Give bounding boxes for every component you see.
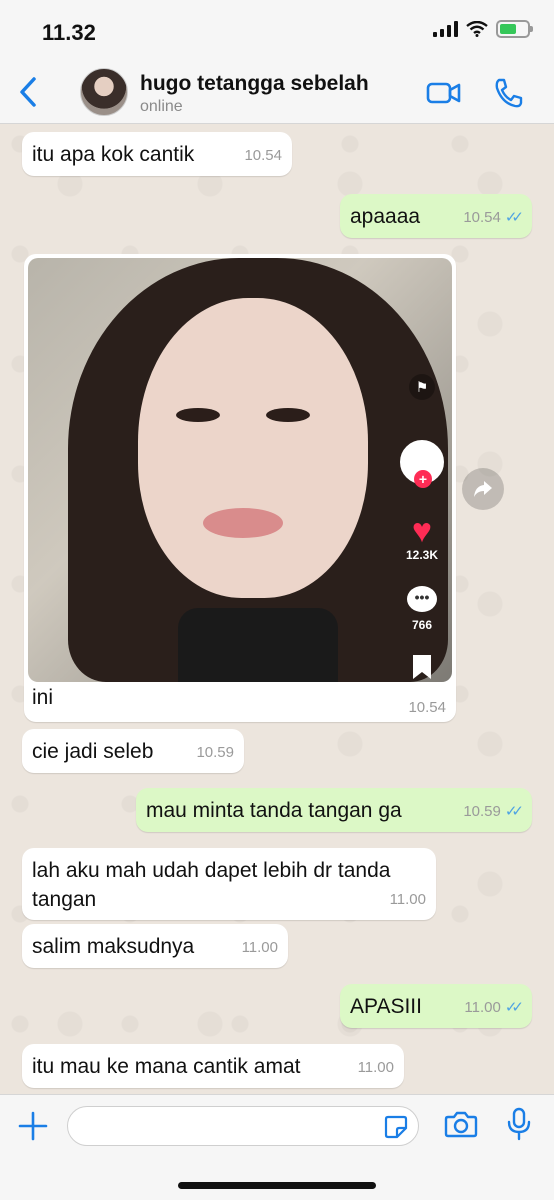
status-icons (433, 20, 533, 38)
sticker-icon[interactable] (384, 1115, 408, 1139)
comment-count: 766 (411, 618, 433, 632)
video-call-icon[interactable] (426, 76, 462, 110)
wifi-icon (466, 21, 488, 37)
shared-video-thumbnail[interactable]: ⚑ + ♥ 12.3K ••• 766 (28, 258, 452, 682)
home-indicator[interactable] (178, 1182, 376, 1189)
message-time: 10.54 ✓✓ (463, 203, 524, 232)
message-time: 10.59 ✓✓ (463, 797, 524, 826)
contact-name[interactable]: hugo tetangga sebelah (140, 72, 369, 96)
contact-status: online (140, 98, 183, 115)
message-time: 10.54 (408, 699, 446, 716)
camera-icon[interactable] (444, 1109, 478, 1139)
like-count: 12.3K (405, 548, 439, 562)
signal-icon (433, 21, 458, 37)
report-flag-icon: ⚑ (400, 374, 444, 400)
status-bar: 11.32 (0, 0, 554, 62)
message-incoming[interactable]: lah aku mah udah dapet lebih dr tanda ta… (22, 848, 436, 920)
message-text: lah aku mah udah dapet lebih dr tanda ta… (32, 859, 391, 911)
message-text: cie jadi seleb (32, 740, 154, 763)
back-chevron-icon[interactable] (14, 74, 44, 110)
like-heart-icon: ♥ 12.3K (400, 514, 444, 562)
phone-icon[interactable] (492, 76, 524, 110)
message-incoming[interactable]: cie jadi seleb 10.59 (22, 729, 244, 773)
message-text: itu apa kok cantik (32, 143, 195, 166)
message-outgoing[interactable]: mau minta tanda tangan ga 10.59 ✓✓ (136, 788, 532, 832)
message-text: apaaaa (350, 205, 421, 228)
read-ticks-icon: ✓✓ (504, 999, 524, 1016)
plus-icon[interactable] (18, 1111, 48, 1141)
message-time: 11.00 (389, 891, 426, 908)
message-incoming[interactable]: salim maksudnya 11.00 (22, 924, 288, 968)
message-outgoing[interactable]: APASIII 11.00 ✓✓ (340, 984, 532, 1028)
battery-icon (496, 20, 533, 38)
message-time: 11.00 (241, 939, 278, 956)
message-incoming[interactable]: itu apa kok cantik 10.54 (22, 132, 292, 176)
message-image[interactable]: ⚑ + ♥ 12.3K ••• 766 ini 10.54 (24, 254, 456, 722)
message-incoming[interactable]: itu mau ke mana cantik amat 11.00 (22, 1044, 404, 1088)
message-text: ini (32, 686, 54, 709)
message-text: mau minta tanda tangan ga (146, 799, 402, 822)
creator-avatar-icon: + (400, 440, 444, 488)
chat-area[interactable]: itu apa kok cantik 10.54 apaaaa 10.54 ✓✓ … (0, 124, 554, 1094)
status-time: 11.32 (42, 20, 96, 45)
avatar[interactable] (80, 68, 128, 116)
forward-icon[interactable] (462, 468, 504, 510)
read-ticks-icon: ✓✓ (504, 803, 524, 820)
chat-header: hugo tetangga sebelah online (0, 62, 554, 124)
message-time: 10.59 (196, 744, 234, 761)
message-outgoing[interactable]: apaaaa 10.54 ✓✓ (340, 194, 532, 238)
microphone-icon[interactable] (506, 1107, 532, 1141)
comment-icon: ••• 766 (400, 586, 444, 632)
read-ticks-icon: ✓✓ (504, 209, 524, 226)
message-time: 11.00 ✓✓ (464, 993, 524, 1022)
message-time: 11.00 (357, 1059, 394, 1076)
bookmark-icon (400, 654, 444, 682)
message-text: APASIII (350, 995, 422, 1018)
message-text: salim maksudnya (32, 935, 195, 958)
message-text: itu mau ke mana cantik amat (32, 1055, 301, 1078)
message-time: 10.54 (244, 147, 282, 164)
message-input[interactable] (67, 1106, 419, 1146)
